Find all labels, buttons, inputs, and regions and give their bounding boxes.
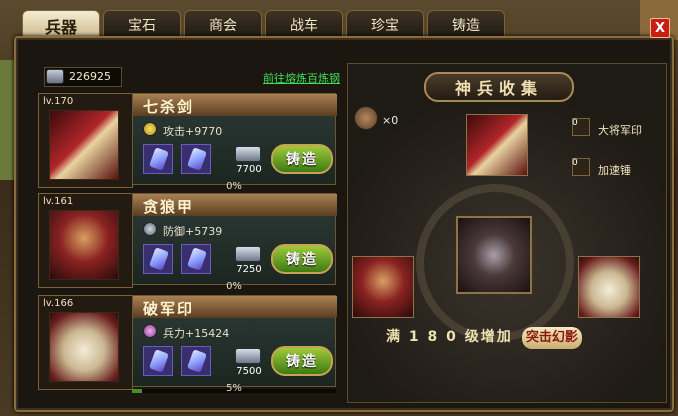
hammer-count: ×0: [382, 114, 399, 127]
weapon-stat: 攻击+9770: [163, 125, 223, 138]
weapon-name: 七杀剑: [143, 98, 195, 116]
ore-icon: [235, 348, 261, 364]
close-button[interactable]: X: [650, 18, 670, 38]
weapon-info: 七杀剑 攻击+9770 7700 铸造: [132, 93, 337, 185]
progress-text: 0%: [226, 281, 242, 292]
collection-slot-armor[interactable]: [352, 256, 414, 318]
smelt-link[interactable]: 前往熔炼百炼钢: [263, 70, 340, 86]
weapon-stat: 兵力+15424: [163, 327, 230, 340]
progress-text: 0%: [226, 181, 242, 192]
cost-value: 7500: [236, 366, 262, 377]
weapon-name-bar: 七杀剑: [133, 94, 337, 116]
forge-cost: 7500: [229, 348, 269, 382]
tab-forge[interactable]: 铸造: [427, 10, 505, 38]
tab-bar: 兵器 宝石 商会 战车 珍宝 铸造: [22, 10, 505, 40]
collection-slot-sword[interactable]: [466, 114, 528, 176]
troops-icon: [143, 324, 157, 338]
general-seal-count: 0: [572, 118, 578, 128]
tab-gems[interactable]: 宝石: [103, 10, 181, 38]
forge-cost: 7700: [229, 146, 269, 180]
weapon-list-panel: 226925 前往熔炼百炼钢 lv.170 七杀剑 攻击+9770 7700 铸…: [36, 63, 342, 403]
sword-icon: [49, 110, 119, 180]
tab-guild[interactable]: 商会: [184, 10, 262, 38]
weapon-card[interactable]: lv.170: [38, 93, 133, 188]
weapon-info: 破军印 兵力+15424 7500 铸造: [132, 295, 337, 387]
ore-icon: [235, 146, 261, 162]
seal-icon: [49, 312, 119, 382]
ore-icon: [46, 69, 64, 84]
forge-button[interactable]: 铸造: [271, 346, 333, 376]
collection-slot-center[interactable]: [456, 216, 532, 294]
weapon-card[interactable]: lv.161: [38, 193, 133, 288]
cost-value: 7700: [236, 164, 262, 175]
weapon-name-bar: 贪狼甲: [133, 194, 337, 216]
collection-title: 神兵收集: [424, 72, 574, 102]
gem-slot-icon[interactable]: [181, 244, 211, 274]
weapon-name: 贪狼甲: [143, 198, 195, 216]
weapon-level: lv.161: [43, 196, 74, 207]
weapon-level: lv.166: [43, 298, 74, 309]
weapon-card[interactable]: lv.166: [38, 295, 133, 390]
armor-icon: [49, 210, 119, 280]
forge-cost: 7250: [229, 246, 269, 280]
weapon-row: lv.170 七杀剑 攻击+9770 7700 铸造 0%: [36, 93, 337, 192]
weapon-stat: 防御+5739: [163, 225, 223, 238]
weapon-info: 贪狼甲 防御+5739 7250 铸造: [132, 193, 337, 285]
weapon-name-bar: 破军印: [133, 296, 337, 318]
weapon-row: lv.161 贪狼甲 防御+5739 7250 铸造 0%: [36, 193, 337, 292]
gem-slot-icon[interactable]: [181, 346, 211, 376]
attack-icon: [143, 122, 157, 136]
collection-slot-seal[interactable]: [578, 256, 640, 318]
tab-treasure[interactable]: 珍宝: [346, 10, 424, 38]
gem-slot-icon[interactable]: [143, 346, 173, 376]
bonus-text: 满 1 8 0 级增加: [386, 329, 513, 345]
hammer-icon: [354, 106, 378, 130]
weapon-name: 破军印: [143, 300, 195, 318]
speed-hammer-count: 0: [572, 158, 578, 168]
resource-bar: 226925 前往熔炼百炼钢: [36, 67, 342, 87]
defense-icon: [143, 222, 157, 236]
weapon-level: lv.170: [43, 96, 74, 107]
cost-value: 7250: [236, 264, 262, 275]
ore-icon: [235, 246, 261, 262]
progress-text: 5%: [226, 383, 242, 394]
weapon-row: lv.166 破军印 兵力+15424 7500 铸造 5%: [36, 295, 337, 394]
forge-button[interactable]: 铸造: [271, 144, 333, 174]
gem-slot-icon[interactable]: [143, 144, 173, 174]
forge-button[interactable]: 铸造: [271, 244, 333, 274]
general-seal-label: 大将军印: [598, 124, 642, 137]
bonus-badge: 突击幻影: [521, 327, 582, 349]
speed-hammer-label: 加速锤: [598, 164, 631, 177]
tab-chariot[interactable]: 战车: [265, 10, 343, 38]
collection-panel: 神兵收集 ×0 0 大将军印 0 加速锤 满 1 8 0 级增加 突击幻影: [347, 63, 667, 403]
gem-slot-icon[interactable]: [181, 144, 211, 174]
gem-slot-icon[interactable]: [143, 244, 173, 274]
collection-bonus: 满 1 8 0 级增加 突击幻影: [386, 326, 656, 350]
